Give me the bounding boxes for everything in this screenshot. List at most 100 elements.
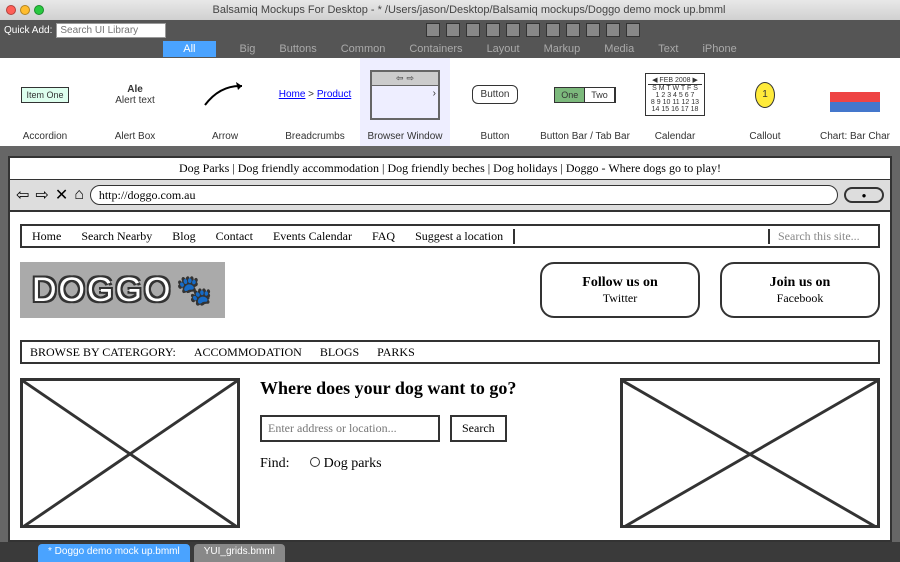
- cat-tab-media[interactable]: Media: [604, 43, 634, 55]
- toolbar-row: Quick Add:: [0, 20, 900, 40]
- quickadd-label: Quick Add:: [4, 25, 52, 36]
- back-arrow-icon[interactable]: ⇦: [16, 185, 29, 205]
- back-icon[interactable]: [586, 23, 600, 37]
- join-facebook-button[interactable]: Join us onFacebook: [720, 262, 880, 318]
- widget-palette: Item One Accordion Ale Alert text Alert …: [0, 58, 900, 148]
- stop-icon[interactable]: ✕: [55, 185, 68, 205]
- cut-icon[interactable]: [486, 23, 500, 37]
- redo-icon[interactable]: [446, 23, 460, 37]
- home-icon[interactable]: ⌂: [74, 186, 84, 204]
- browser-preview: ⇦⇨›: [370, 70, 440, 120]
- search-button[interactable]: Search: [450, 415, 507, 442]
- cat-tab-common[interactable]: Common: [341, 43, 386, 55]
- front-icon[interactable]: [566, 23, 580, 37]
- cat-blogs[interactable]: BLOGS: [320, 345, 359, 360]
- site-search-input[interactable]: Search this site...: [768, 229, 878, 244]
- search-oval-icon[interactable]: ●: [844, 187, 884, 203]
- site-nav: Home Search Nearby Blog Contact Events C…: [20, 224, 880, 248]
- cat-tab-text[interactable]: Text: [658, 43, 678, 55]
- group-icon[interactable]: [526, 23, 540, 37]
- calendar-preview: ◀ FEB 2008 ▶S M T W T F S1 2 3 4 5 6 78 …: [645, 73, 705, 116]
- cat-tab-big[interactable]: Big: [240, 43, 256, 55]
- canvas-area[interactable]: Dog Parks | Dog friendly accommodation |…: [0, 148, 900, 542]
- palette-button[interactable]: Button Button: [450, 58, 540, 146]
- palette-label: Button Bar / Tab Bar: [540, 131, 630, 142]
- arrow-icon: [200, 80, 250, 110]
- quickadd-input[interactable]: [56, 23, 166, 38]
- cat-tab-markup[interactable]: Markup: [544, 43, 581, 55]
- nav-blog[interactable]: Blog: [162, 229, 205, 244]
- close-icon[interactable]: [6, 5, 16, 15]
- palette-label: Calendar: [655, 131, 696, 142]
- link-icon[interactable]: [626, 23, 640, 37]
- palette-label: Browser Window: [367, 131, 442, 142]
- cat-tab-all[interactable]: All: [163, 41, 215, 57]
- cat-accommodation[interactable]: ACCOMMODATION: [194, 345, 302, 360]
- cat-label: BROWSE BY CATERGORY:: [30, 345, 176, 360]
- address-input[interactable]: Enter address or location...: [260, 415, 440, 442]
- minimize-icon[interactable]: [20, 5, 30, 15]
- undo-icon[interactable]: [426, 23, 440, 37]
- nav-faq[interactable]: FAQ: [362, 229, 405, 244]
- cat-tab-iphone[interactable]: iPhone: [702, 43, 736, 55]
- follow-twitter-button[interactable]: Follow us onTwitter: [540, 262, 700, 318]
- tab-yui[interactable]: YUI_grids.bmml: [194, 544, 285, 562]
- palette-label: Callout: [749, 131, 780, 142]
- palette-callout[interactable]: 1 Callout: [720, 58, 810, 146]
- image-placeholder-right: [620, 378, 880, 528]
- chart-preview: [830, 77, 880, 112]
- palette-label: Alert Box: [115, 131, 156, 142]
- nav-contact[interactable]: Contact: [206, 229, 263, 244]
- palette-label: Arrow: [212, 131, 238, 142]
- cat-tab-containers[interactable]: Containers: [409, 43, 462, 55]
- ungroup-icon[interactable]: [546, 23, 560, 37]
- mockup-tagline: Dog Parks | Dog friendly accommodation |…: [10, 158, 890, 180]
- cat-tab-buttons[interactable]: Buttons: [279, 43, 316, 55]
- bbar-preview: OneTwo: [554, 87, 616, 103]
- palette-accordion[interactable]: Item One Accordion: [0, 58, 90, 146]
- cat-parks[interactable]: PARKS: [377, 345, 415, 360]
- nav-search-nearby[interactable]: Search Nearby: [71, 229, 162, 244]
- palette-label: Breadcrumbs: [285, 131, 344, 142]
- url-bar[interactable]: http://doggo.com.au: [90, 185, 838, 205]
- hero-question: Where does your dog want to go?: [260, 378, 600, 399]
- mockup-browser-chrome: ⇦ ⇨ ✕ ⌂ http://doggo.com.au ●: [10, 180, 890, 212]
- nav-home[interactable]: Home: [22, 229, 71, 244]
- paste-icon[interactable]: [506, 23, 520, 37]
- crumb-a: Home: [279, 89, 306, 100]
- nav-suggest[interactable]: Suggest a location: [405, 229, 515, 244]
- window-title: Balsamiq Mockups For Desktop - * /Users/…: [44, 4, 894, 16]
- image-placeholder-left: [20, 378, 240, 528]
- cat-tab-layout[interactable]: Layout: [487, 43, 520, 55]
- palette-label: Accordion: [23, 131, 67, 142]
- palette-browser[interactable]: ⇦⇨› Browser Window: [360, 58, 450, 146]
- palette-label: Button: [481, 131, 510, 142]
- lock-icon[interactable]: [606, 23, 620, 37]
- palette-breadcrumbs[interactable]: Home > Product Breadcrumbs: [270, 58, 360, 146]
- button-preview: Button: [472, 85, 519, 104]
- tab-doggo[interactable]: * Doggo demo mock up.bmml: [38, 544, 190, 562]
- palette-label: Chart: Bar Char: [820, 131, 890, 142]
- category-tabs: All Big Buttons Common Containers Layout…: [0, 40, 900, 58]
- palette-calendar[interactable]: ◀ FEB 2008 ▶S M T W T F S1 2 3 4 5 6 78 …: [630, 58, 720, 146]
- alert-title: Ale: [127, 84, 143, 95]
- doggo-logo: DOGGO🐾: [20, 262, 225, 318]
- forward-arrow-icon[interactable]: ⇨: [35, 185, 48, 205]
- traffic-lights: [6, 5, 44, 15]
- find-option-dogparks[interactable]: Dog parks: [310, 456, 382, 472]
- callout-preview: 1: [755, 82, 775, 108]
- find-label: Find:: [260, 456, 290, 472]
- paw-icon: 🐾: [178, 275, 212, 306]
- palette-arrow[interactable]: Arrow: [180, 58, 270, 146]
- radio-icon: [310, 457, 320, 467]
- palette-chart[interactable]: Chart: Bar Char: [810, 58, 900, 146]
- copy-icon[interactable]: [466, 23, 480, 37]
- zoom-icon[interactable]: [34, 5, 44, 15]
- browser-mockup[interactable]: Dog Parks | Dog friendly accommodation |…: [8, 156, 892, 542]
- category-bar: BROWSE BY CATERGORY: ACCOMMODATION BLOGS…: [20, 340, 880, 364]
- crumb-b: Product: [317, 89, 351, 100]
- palette-alert[interactable]: Ale Alert text Alert Box: [90, 58, 180, 146]
- nav-events[interactable]: Events Calendar: [263, 229, 362, 244]
- palette-button-bar[interactable]: OneTwo Button Bar / Tab Bar: [540, 58, 630, 146]
- alert-text: Alert text: [115, 95, 154, 106]
